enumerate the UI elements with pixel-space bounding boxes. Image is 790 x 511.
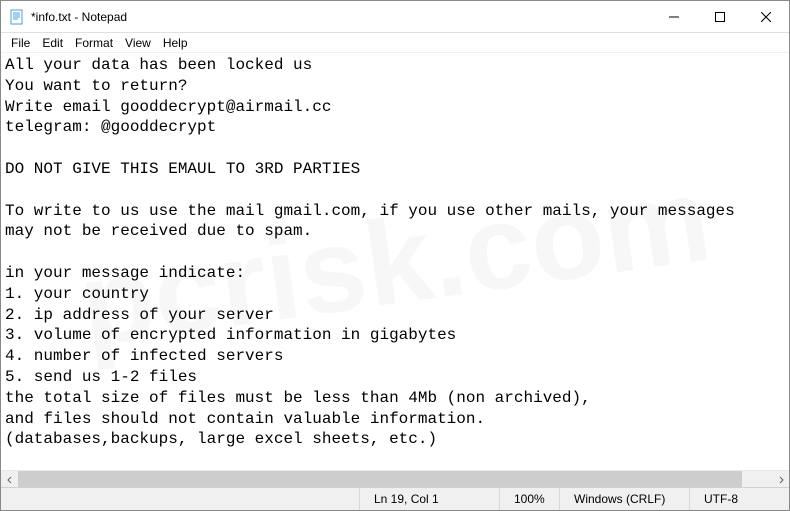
- horizontal-scrollbar[interactable]: [1, 470, 789, 487]
- menu-file[interactable]: File: [5, 34, 36, 52]
- scroll-thumb[interactable]: [18, 471, 742, 487]
- watermark: pcrisk.com: [70, 140, 719, 383]
- notepad-window: *info.txt - Notepad File Edit Format Vie…: [0, 0, 790, 511]
- menu-view[interactable]: View: [119, 34, 157, 52]
- window-controls: [651, 1, 789, 32]
- statusbar: Ln 19, Col 1 100% Windows (CRLF) UTF-8: [1, 487, 789, 510]
- status-lineending: Windows (CRLF): [559, 488, 689, 510]
- menu-help[interactable]: Help: [157, 34, 194, 52]
- menu-edit[interactable]: Edit: [36, 34, 69, 52]
- close-button[interactable]: [743, 1, 789, 32]
- window-title: *info.txt - Notepad: [31, 10, 651, 24]
- status-encoding: UTF-8: [689, 488, 789, 510]
- scroll-right-arrow[interactable]: [772, 471, 789, 488]
- status-position: Ln 19, Col 1: [359, 488, 499, 510]
- menubar: File Edit Format View Help: [1, 33, 789, 53]
- titlebar: *info.txt - Notepad: [1, 1, 789, 33]
- scroll-track[interactable]: [18, 471, 772, 487]
- status-zoom: 100%: [499, 488, 559, 510]
- scroll-left-arrow[interactable]: [1, 471, 18, 488]
- menu-format[interactable]: Format: [69, 34, 119, 52]
- text-editor[interactable]: All your data has been locked us You wan…: [1, 53, 789, 470]
- maximize-button[interactable]: [697, 1, 743, 32]
- notepad-icon: [9, 9, 25, 25]
- minimize-button[interactable]: [651, 1, 697, 32]
